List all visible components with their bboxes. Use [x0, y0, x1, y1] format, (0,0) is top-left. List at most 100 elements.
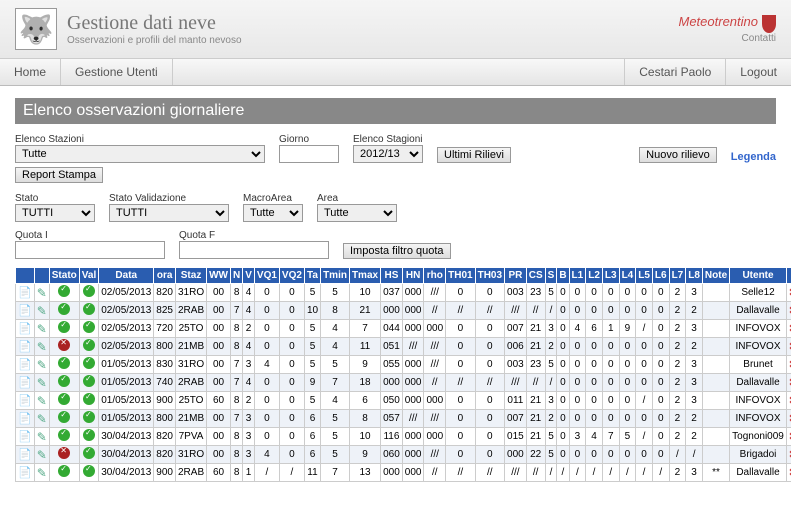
col-header[interactable]: Stato [49, 268, 79, 284]
legenda-link[interactable]: Legenda [731, 151, 776, 163]
cell-ora: 900 [154, 464, 176, 482]
col-header[interactable]: TH01 [446, 268, 475, 284]
quotaf-input[interactable] [179, 241, 329, 259]
imposta-button[interactable]: Imposta filtro quota [343, 243, 451, 259]
col-header[interactable]: rho [424, 268, 446, 284]
col-header[interactable]: HS [381, 268, 403, 284]
col-header[interactable]: N [231, 268, 243, 284]
col-header[interactable]: V [243, 268, 255, 284]
menu-home[interactable]: Home [0, 59, 61, 85]
edit-icon[interactable]: ✎ [37, 430, 47, 444]
cell-tmin: 4 [321, 320, 350, 338]
col-header[interactable]: VQ2 [279, 268, 304, 284]
cell-l1: 0 [569, 410, 586, 428]
cell-v: 3 [243, 410, 255, 428]
view-icon[interactable]: 📄 [18, 359, 32, 371]
col-header[interactable]: Data [99, 268, 154, 284]
cell-note [702, 302, 729, 320]
stazioni-select[interactable]: Tutte [15, 145, 265, 163]
cell-cs: 23 [526, 284, 545, 302]
edit-icon[interactable]: ✎ [37, 394, 47, 408]
view-icon[interactable]: 📄 [18, 377, 32, 389]
edit-icon[interactable]: ✎ [37, 412, 47, 426]
col-header[interactable]: Staz [175, 268, 206, 284]
col-header[interactable]: CS [526, 268, 545, 284]
cell-hn: 000 [402, 356, 424, 374]
col-header[interactable]: L4 [619, 268, 636, 284]
view-icon[interactable]: 📄 [18, 449, 32, 461]
edit-icon[interactable]: ✎ [37, 322, 47, 336]
view-icon[interactable]: 📄 [18, 467, 32, 479]
menu-utenti[interactable]: Gestione Utenti [61, 59, 173, 85]
col-header[interactable]: B [557, 268, 569, 284]
col-header[interactable]: HN [402, 268, 424, 284]
col-header[interactable]: S [545, 268, 557, 284]
col-header[interactable]: PR [505, 268, 527, 284]
cell-ww: 60 [207, 392, 231, 410]
menu-logout[interactable]: Logout [725, 59, 791, 85]
giorno-input[interactable] [279, 145, 339, 163]
cell-note [702, 374, 729, 392]
col-header[interactable]: Tmin [321, 268, 350, 284]
nuovo-button[interactable]: Nuovo rilievo [639, 147, 717, 163]
col-header[interactable] [16, 268, 35, 284]
val-ok-icon [83, 465, 95, 477]
col-header[interactable]: L1 [569, 268, 586, 284]
col-header[interactable]: ora [154, 268, 176, 284]
view-icon[interactable]: 📄 [18, 341, 32, 353]
col-header[interactable]: VQ1 [254, 268, 279, 284]
area-select[interactable]: Tutte [317, 204, 397, 222]
col-header[interactable]: Utente [730, 268, 787, 284]
edit-icon[interactable]: ✎ [37, 376, 47, 390]
cell-n: 7 [231, 374, 243, 392]
view-icon[interactable]: 📄 [18, 395, 32, 407]
statoval-label: Stato Validazione [109, 193, 229, 204]
col-header[interactable]: TH03 [475, 268, 504, 284]
status-ok-icon [58, 357, 70, 369]
view-icon[interactable]: 📄 [18, 287, 32, 299]
cell-pr: 003 [505, 284, 527, 302]
col-header[interactable]: Val [79, 268, 98, 284]
statoval-select[interactable]: TUTTI [109, 204, 229, 222]
stato-select[interactable]: TUTTI [15, 204, 95, 222]
edit-icon[interactable]: ✎ [37, 340, 47, 354]
edit-icon[interactable]: ✎ [37, 358, 47, 372]
col-header[interactable]: WW [207, 268, 231, 284]
cell-s: 2 [545, 410, 557, 428]
cell-th01: // [446, 302, 475, 320]
col-header[interactable]: L3 [602, 268, 619, 284]
stagioni-select[interactable]: 2012/13 [353, 145, 423, 163]
edit-icon[interactable]: ✎ [37, 286, 47, 300]
col-header[interactable]: L5 [636, 268, 653, 284]
quotai-input[interactable] [15, 241, 165, 259]
view-icon[interactable]: 📄 [18, 431, 32, 443]
edit-icon[interactable]: ✎ [37, 466, 47, 480]
col-header[interactable]: L8 [686, 268, 703, 284]
col-header[interactable]: Note [702, 268, 729, 284]
col-header[interactable]: L2 [586, 268, 603, 284]
cell-ora: 800 [154, 338, 176, 356]
cell-rho: /// [424, 284, 446, 302]
view-icon[interactable]: 📄 [18, 305, 32, 317]
view-icon[interactable]: 📄 [18, 413, 32, 425]
view-icon[interactable]: 📄 [18, 323, 32, 335]
col-header[interactable]: L6 [652, 268, 669, 284]
cell-cs: 21 [526, 392, 545, 410]
col-header[interactable]: L7 [669, 268, 686, 284]
col-header[interactable]: Tmax [349, 268, 380, 284]
macro-select[interactable]: Tutte [243, 204, 303, 222]
cell-tmin: 5 [321, 410, 350, 428]
col-header[interactable]: Ta [304, 268, 320, 284]
col-header[interactable] [786, 268, 791, 284]
contatti-link[interactable]: Contatti [679, 33, 777, 44]
cell-utente: Brunet [730, 356, 787, 374]
cell-l6: 0 [652, 410, 669, 428]
menu-user[interactable]: Cestari Paolo [624, 59, 725, 85]
report-button[interactable]: Report Stampa [15, 167, 103, 183]
edit-icon[interactable]: ✎ [37, 448, 47, 462]
cell-l4: 9 [619, 320, 636, 338]
cell-hn: 000 [402, 446, 424, 464]
col-header[interactable] [34, 268, 49, 284]
ultimi-button[interactable]: Ultimi Rilievi [437, 147, 511, 163]
edit-icon[interactable]: ✎ [37, 304, 47, 318]
